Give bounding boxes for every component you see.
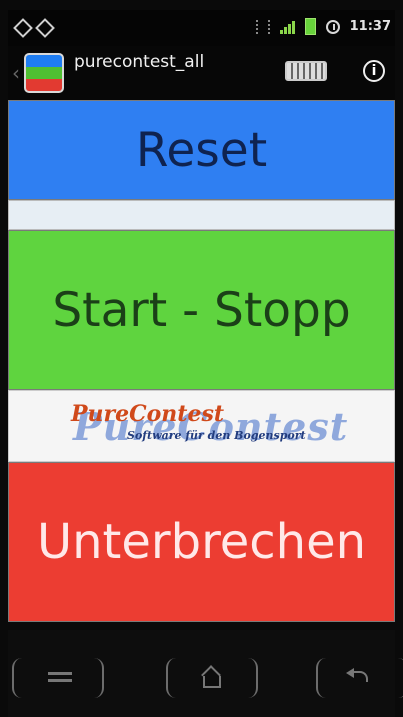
usb-icon — [14, 19, 30, 35]
status-bar: 11:37 — [8, 10, 395, 46]
brand-subtitle: Software für den Bogensport — [127, 429, 306, 442]
alarm-icon — [325, 19, 340, 34]
interrupt-button-label: Unterbrechen — [36, 514, 367, 570]
spacer-strip — [8, 200, 395, 230]
interrupt-button[interactable]: Unterbrechen — [8, 462, 395, 622]
back-arrow-icon[interactable]: ‹ — [12, 61, 20, 85]
info-icon[interactable]: i — [363, 60, 385, 82]
status-time: 11:37 — [349, 19, 391, 34]
usb-icon — [36, 19, 52, 35]
back-icon — [346, 668, 374, 686]
home-softkey[interactable] — [166, 658, 258, 698]
status-icons-right: 11:37 — [255, 18, 391, 35]
battery-icon — [304, 18, 316, 35]
status-icons-left — [14, 19, 52, 35]
keyboard-icon[interactable] — [285, 61, 327, 81]
wifi-icon — [255, 19, 270, 34]
title-bar: ‹ purecontest_all i — [8, 46, 395, 100]
menu-icon — [48, 670, 72, 684]
signal-icon — [279, 20, 295, 34]
app-name: purecontest_all — [74, 52, 205, 72]
hardware-softkeys — [8, 630, 403, 717]
brand-name: PureContest — [71, 401, 225, 427]
menu-softkey[interactable] — [12, 658, 104, 698]
back-softkey[interactable] — [316, 658, 403, 698]
reset-button[interactable]: Reset — [8, 100, 395, 200]
start-stop-button[interactable]: Start - Stopp — [8, 230, 395, 390]
brand-logo: PureContest PureContest Software für den… — [8, 390, 395, 462]
reset-button-label: Reset — [135, 122, 268, 178]
home-icon — [198, 668, 222, 688]
start-stop-button-label: Start - Stopp — [52, 282, 351, 338]
app-icon — [24, 53, 64, 93]
